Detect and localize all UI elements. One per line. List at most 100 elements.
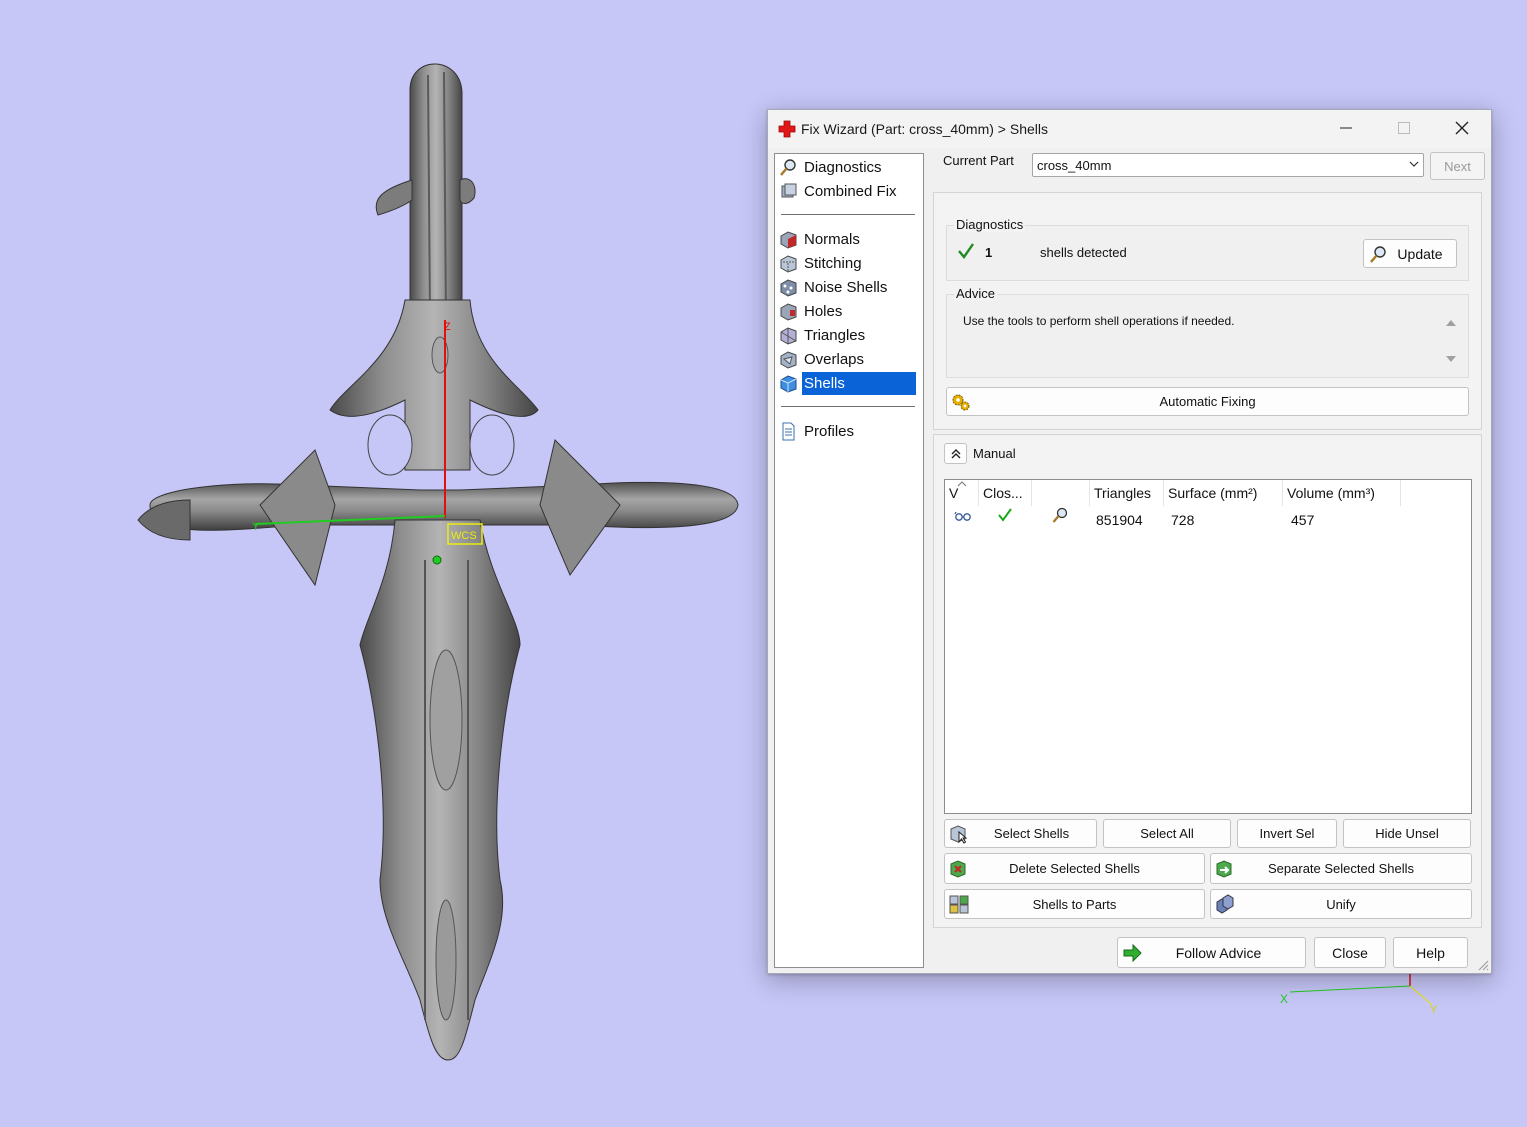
pivot-point[interactable]: [432, 555, 442, 565]
nav-item-profiles[interactable]: Profiles: [779, 420, 916, 443]
resize-grip-icon[interactable]: [1477, 959, 1489, 971]
follow-advice-button[interactable]: Follow Advice: [1117, 937, 1306, 968]
separate-shell-icon: [1216, 859, 1232, 878]
nav-divider: [781, 214, 915, 215]
dialog-title: Fix Wizard (Part: cross_40mm) > Shells: [801, 121, 1048, 137]
title-bar[interactable]: Fix Wizard (Part: cross_40mm) > Shells: [768, 110, 1491, 148]
advice-text: Use the tools to perform shell operation…: [963, 314, 1235, 328]
select-shells-label: Select Shells: [993, 826, 1070, 841]
invert-sel-label: Invert Sel: [1259, 826, 1315, 841]
help-button[interactable]: Help: [1393, 937, 1468, 968]
next-button[interactable]: Next: [1430, 152, 1485, 180]
nav-item-holes[interactable]: Holes: [779, 300, 916, 323]
shells-to-parts-icon: [949, 895, 969, 914]
wizard-nav-list: Diagnostics Combined Fix Normals Stitchi…: [774, 153, 924, 968]
nav-item-noise-shells[interactable]: Noise Shells: [779, 276, 916, 299]
maximize-icon: [1398, 122, 1410, 134]
automatic-fixing-label: Automatic Fixing: [1159, 394, 1256, 409]
y-axis-label: Y: [252, 521, 260, 533]
nav-item-normals[interactable]: Normals: [779, 228, 916, 251]
delete-selected-shells-button[interactable]: Delete Selected Shells: [944, 853, 1205, 884]
triangles-cell: 851904: [1096, 512, 1143, 528]
help-label: Help: [1416, 944, 1445, 961]
nav-label: Combined Fix: [804, 183, 897, 200]
select-shells-button[interactable]: Select Shells: [944, 819, 1097, 848]
nav-item-combined-fix[interactable]: Combined Fix: [779, 180, 916, 203]
next-label: Next: [1444, 158, 1471, 174]
current-part-select[interactable]: cross_40mm: [1032, 153, 1424, 177]
mini-x-label: X: [1280, 992, 1288, 1006]
hide-unsel-label: Hide Unsel: [1375, 826, 1439, 841]
nav-label: Stitching: [804, 255, 862, 272]
cube-stack-icon: [781, 183, 797, 198]
scroll-down-icon[interactable]: [1444, 353, 1458, 365]
nav-item-stitching[interactable]: Stitching: [779, 252, 916, 275]
shells-detected-text: shells detected: [1040, 245, 1127, 260]
noise-shells-icon: [780, 279, 797, 297]
magnifier-icon: [780, 159, 796, 176]
shell-count: 1: [985, 245, 993, 260]
header-label: Triangles: [1094, 485, 1152, 501]
header-label: Clos...: [983, 485, 1023, 501]
chevron-down-icon: [1409, 161, 1419, 167]
automatic-fixing-button[interactable]: Automatic Fixing: [946, 387, 1469, 416]
nav-label: Shells: [802, 372, 916, 395]
checkmark-icon: [958, 243, 974, 259]
update-label: Update: [1397, 245, 1443, 262]
manual-label: Manual: [973, 446, 1016, 461]
advice-scrollbar[interactable]: [1444, 313, 1458, 371]
hide-unsel-button[interactable]: Hide Unsel: [1343, 819, 1471, 848]
nav-label: Triangles: [804, 327, 866, 344]
follow-advice-label: Follow Advice: [1175, 944, 1262, 961]
triangles-cube-icon: [780, 327, 797, 345]
column-header-surface[interactable]: Surface (mm²): [1164, 480, 1283, 506]
minimize-button[interactable]: [1323, 110, 1369, 146]
column-header-triangles[interactable]: Triangles: [1090, 480, 1164, 506]
column-header-action[interactable]: [1032, 480, 1090, 506]
nav-label: Diagnostics: [804, 159, 882, 176]
column-header-closed[interactable]: Clos...: [979, 480, 1032, 506]
shells-cube-icon: [780, 375, 797, 393]
close-window-button[interactable]: [1439, 110, 1485, 146]
invert-sel-button[interactable]: Invert Sel: [1237, 819, 1337, 848]
fix-wizard-dialog: Fix Wizard (Part: cross_40mm) > Shells D…: [767, 109, 1492, 974]
scroll-up-icon[interactable]: [1444, 317, 1458, 329]
delete-shell-icon: [950, 859, 966, 878]
nav-item-triangles[interactable]: Triangles: [779, 324, 916, 347]
close-button[interactable]: Close: [1314, 937, 1386, 968]
collapse-manual-button[interactable]: [944, 443, 967, 464]
select-all-label: Select All: [1140, 826, 1194, 841]
diagnostics-title: Diagnostics: [954, 217, 1026, 232]
red-cross-icon: [778, 120, 796, 138]
zoom-to-shell-icon[interactable]: [1051, 506, 1069, 524]
nav-item-shells[interactable]: Shells: [779, 372, 916, 395]
separate-selected-shells-button[interactable]: Separate Selected Shells: [1210, 853, 1472, 884]
gears-icon: [952, 394, 970, 410]
current-part-label: Current Part: [943, 153, 1014, 168]
closed-check-icon: [998, 508, 1012, 522]
surface-cell: 728: [1171, 512, 1195, 528]
maximize-button[interactable]: [1381, 110, 1427, 146]
diagnostics-group: Diagnostics 1 shells detected Update: [946, 217, 1469, 281]
shells-to-parts-button[interactable]: Shells to Parts: [944, 889, 1205, 919]
visibility-glasses-icon[interactable]: [954, 509, 972, 523]
table-row[interactable]: [945, 506, 1471, 532]
unify-icon: [1216, 894, 1234, 914]
magnifier-icon: [1370, 245, 1386, 263]
header-label: Surface (mm²): [1168, 485, 1258, 501]
update-button[interactable]: Update: [1363, 239, 1457, 268]
column-header-volume[interactable]: Volume (mm³): [1283, 480, 1401, 506]
shells-table: V Clos... Triangles Surface (mm²) Volume…: [944, 479, 1472, 814]
nav-label: Holes: [804, 303, 843, 320]
unify-button[interactable]: Unify: [1210, 889, 1472, 919]
nav-item-overlaps[interactable]: Overlaps: [779, 348, 916, 371]
overlaps-cube-icon: [780, 351, 797, 369]
mini-x-axis: [1289, 985, 1411, 993]
separate-selected-label: Separate Selected Shells: [1268, 861, 1414, 876]
nav-item-diagnostics[interactable]: Diagnostics: [779, 156, 916, 179]
unify-label: Unify: [1326, 896, 1356, 912]
nav-label: Overlaps: [804, 351, 865, 368]
delete-selected-label: Delete Selected Shells: [1009, 861, 1140, 876]
select-cube-icon: [950, 824, 968, 844]
select-all-button[interactable]: Select All: [1103, 819, 1231, 848]
